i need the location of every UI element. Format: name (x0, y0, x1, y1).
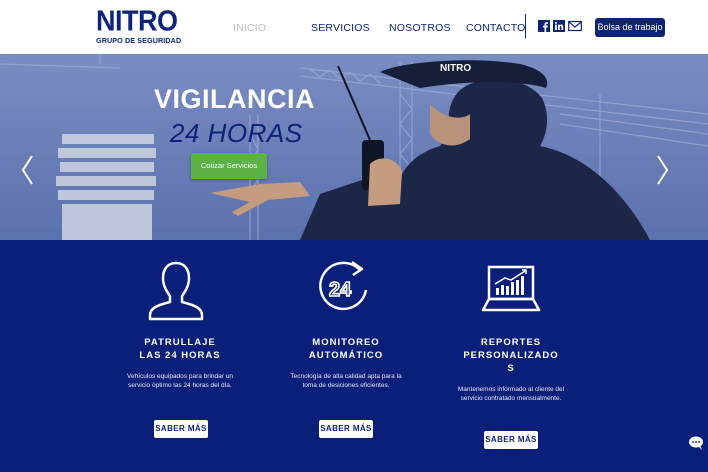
person-icon (148, 261, 204, 321)
saber-mas-button-1[interactable]: SABER MÁS (154, 420, 208, 438)
service-title-line1: REPORTES (480, 337, 542, 348)
hero-background-image: NITRO (0, 54, 708, 240)
saber-mas-button-2[interactable]: SABER MÁS (319, 420, 373, 438)
service-desc-line2: servicio contratado mensualmente. (460, 395, 562, 402)
hero-banner: NITRO (0, 54, 708, 240)
service-title-line3: S (507, 363, 515, 374)
service-title-line1: PATRULLAJE (144, 337, 216, 348)
cap-logo-text: NITRO (440, 63, 471, 74)
service-desc-line2: servicio óptimo las 24 horas del día. (128, 382, 232, 389)
hero-title-line1: VIGILANCIA (154, 84, 316, 114)
saber-mas-button-3[interactable]: SABER MÁS (484, 431, 538, 449)
linkedin-icon[interactable] (553, 20, 565, 32)
service-desc-line1: Mantenemos informado al cliente del (457, 386, 565, 393)
slider-prev-arrow-icon[interactable] (20, 154, 36, 186)
nav-contacto[interactable]: CONTACTO (466, 22, 526, 34)
service-title-line2: PERSONALIZADO (463, 350, 559, 361)
service-desc-line2: toma de desiciones eficientes. (302, 382, 390, 389)
service-desc-line1: Vehículos equipados para brindar un (127, 373, 233, 380)
hero-title-number: 24 (170, 118, 200, 148)
nav-divider (525, 14, 526, 38)
service-title-line2: LAS 24 HORAS (139, 350, 221, 361)
chat-bubble-icon (689, 436, 703, 450)
services-section: PATRULLAJE LAS 24 HORAS Vehículos equipa… (0, 240, 708, 472)
hero-title-word: HORAS (207, 118, 303, 148)
service-title-line2: AUTOMÁTICO (308, 350, 384, 361)
mail-icon[interactable] (568, 20, 582, 32)
nav-nosotros[interactable]: NOSOTROS (389, 22, 451, 34)
site-header: NITRO GRUPO DE SEGURIDAD INICIO SERVICIO… (0, 0, 708, 54)
facebook-icon[interactable] (538, 20, 550, 32)
job-board-button[interactable]: Bolsa de trabajo (595, 18, 665, 37)
chat-widget-button[interactable] (684, 431, 708, 455)
service-monitoreo: MONITOREO AUTOMÁTICO Tecnología de alta … (276, 336, 416, 390)
slider-next-arrow-icon[interactable] (654, 154, 670, 186)
nav-inicio[interactable]: INICIO (233, 22, 266, 34)
nav-servicios[interactable]: SERVICIOS (311, 22, 370, 34)
logo-tagline: GRUPO DE SEGURIDAD (96, 36, 182, 45)
svg-text:24: 24 (329, 279, 352, 301)
service-desc-line1: Tecnología de alta calidad apta para la (290, 373, 402, 380)
service-reportes: REPORTES PERSONALIZADO S Mantenemos info… (441, 336, 581, 403)
service-title-line1: MONITOREO (312, 337, 380, 348)
site-logo[interactable]: NITRO GRUPO DE SEGURIDAD (96, 5, 192, 45)
clock-24-icon: 24 (319, 260, 368, 311)
service-patrullaje: PATRULLAJE LAS 24 HORAS Vehículos equipa… (110, 336, 250, 390)
quote-services-button[interactable]: Cotizar Servicios (191, 153, 267, 179)
hero-title-line2: 24 HORAS (170, 118, 303, 149)
logo-wordmark: NITRO (96, 5, 178, 37)
chart-monitor-icon (481, 265, 541, 312)
